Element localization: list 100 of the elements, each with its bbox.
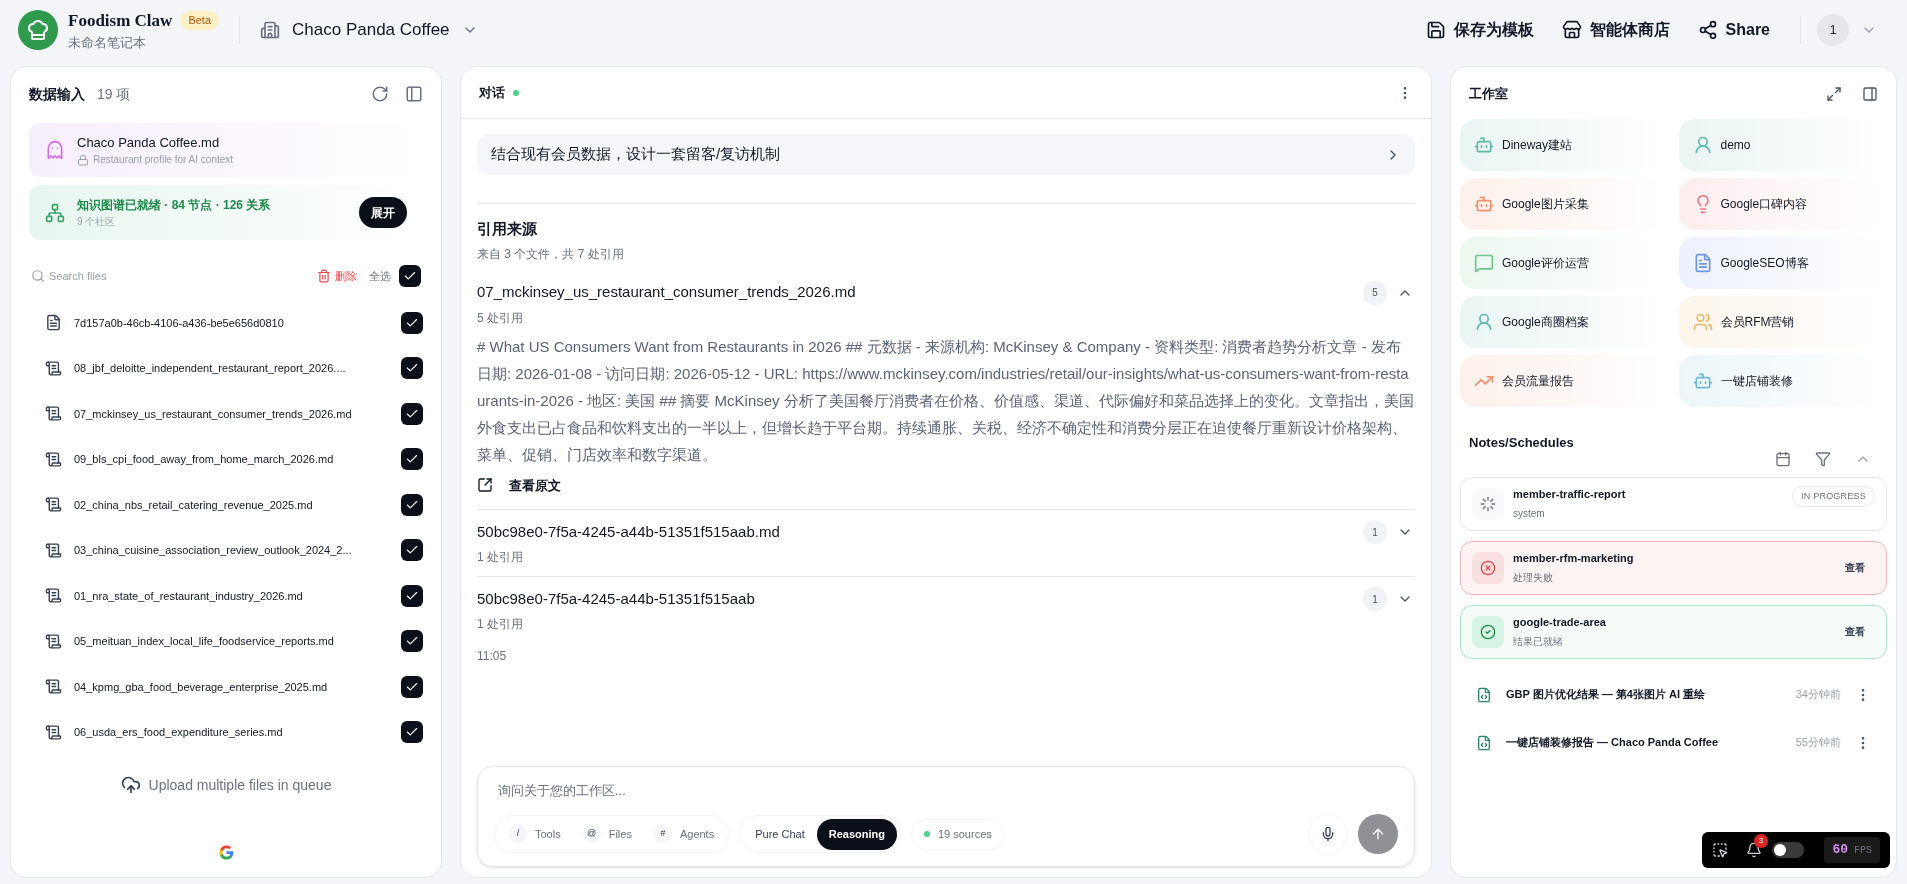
checkbox[interactable] <box>401 630 423 653</box>
logo-icon <box>18 10 58 50</box>
shortcut-button[interactable]: @ Files <box>582 825 632 843</box>
task-card[interactable]: member-rfm-marketing 处理失败 查看 <box>1460 540 1887 595</box>
app-name: Foodism Claw <box>68 9 173 32</box>
task-card[interactable]: google-trade-area 结果已就绪 查看 <box>1460 604 1887 659</box>
file-row[interactable]: 7d157a0b-46cb-4106-a436-be5e656d0810 <box>29 300 423 346</box>
profile-name: Chaco Panda Coffee.md <box>77 133 221 152</box>
task-name: member-rfm-marketing <box>1513 551 1635 567</box>
file-name: 06_usda_ers_food_expenditure_series.md <box>74 725 284 740</box>
file-row[interactable]: 09_bls_cpi_food_away_from_home_march_2026.md <box>29 436 423 482</box>
tool-label: Google商圈档案 <box>1502 314 1589 331</box>
graph-communities: 9 个社区 <box>77 215 117 229</box>
upload-icon <box>120 775 141 795</box>
delete-button[interactable]: 删除 <box>317 267 357 285</box>
file-name: 01_nra_state_of_restaurant_industry_2026.md <box>74 588 304 604</box>
notification-badge: 3 <box>1754 834 1768 848</box>
spinner-icon <box>1480 495 1496 512</box>
message-time: 11:05 <box>477 648 508 665</box>
chat-input[interactable]: 询问关于您的工作区... <box>494 780 1398 800</box>
select-element-icon[interactable] <box>1712 842 1728 858</box>
link-text: 查看原文 <box>509 476 561 495</box>
error-icon <box>1480 559 1496 576</box>
file-row[interactable]: 02_china_nbs_retail_catering_revenue_2025.md <box>29 482 423 528</box>
checkbox[interactable] <box>401 311 423 334</box>
file-row[interactable]: 07_mckinsey_us_restaurant_consumer_trends_2026.md <box>29 391 423 437</box>
mode-tab[interactable]: Pure Chat <box>743 818 817 850</box>
external-link-icon <box>477 477 493 494</box>
file-name: 07_mckinsey_us_restaurant_consumer_trends_2026.md <box>74 406 353 422</box>
scroll-icon <box>45 678 62 696</box>
file-row[interactable]: 06_usda_ers_food_expenditure_series.md <box>29 709 423 755</box>
shortcut-button[interactable]: # Agents <box>653 825 715 843</box>
checkbox[interactable] <box>401 402 423 425</box>
tool-label: 会员流量报告 <box>1502 373 1574 390</box>
source-file-name: 50bc98e0-7f5a-4245-a44b-51351f515aab.md <box>477 521 781 542</box>
fps-unit: FPS <box>1854 843 1872 858</box>
suggestion-chip[interactable]: 结合现有会员数据，设计一套留客/复访机制 <box>477 134 1415 175</box>
file-row[interactable]: 05_meituan_index_local_life_foodservice_reports.md <box>29 618 423 664</box>
view-original-link[interactable]: 查看原文 <box>477 475 1415 495</box>
google-icon <box>217 844 235 861</box>
sidebar-toggle-icon[interactable] <box>405 85 423 103</box>
sources-summary: 来自 3 个文件，共 7 处引用 <box>477 245 625 263</box>
search-field[interactable]: Search files <box>49 267 209 285</box>
file-name: 04_kpmg_gba_food_beverage_enterprise_2025.md <box>74 679 329 695</box>
refresh-icon[interactable] <box>371 85 389 103</box>
file-name: 09_bls_cpi_food_away_from_home_march_2026.md <box>74 452 335 467</box>
file-row[interactable]: 08_jbf_deloitte_independent_restaurant_report_2026.... <box>29 345 423 391</box>
task-subtitle: 处理失败 <box>1513 570 1554 585</box>
checkbox[interactable] <box>401 448 423 471</box>
source-file-name: 50bc98e0-7f5a-4245-a44b-51351f515aab <box>477 588 756 609</box>
checkbox[interactable] <box>401 721 423 744</box>
expand-icon[interactable] <box>1826 86 1842 102</box>
file-name: 7d157a0b-46cb-4106-a436-be5e656d0810 <box>74 315 285 331</box>
ghost-icon <box>45 140 65 160</box>
bell-icon[interactable] <box>1746 842 1762 858</box>
reference-summary: 1 处引用 <box>477 549 524 566</box>
item-count: 19 项 <box>97 84 131 104</box>
task-card[interactable]: member-traffic-report system IN PROGRESS <box>1460 476 1887 531</box>
checkbox[interactable] <box>401 584 423 607</box>
header-action-button[interactable]: 保存为模板 <box>1425 18 1534 42</box>
checkbox[interactable] <box>401 493 423 516</box>
scroll-icon <box>45 541 62 559</box>
check-icon <box>403 269 417 283</box>
checkbox[interactable] <box>401 675 423 698</box>
view-button[interactable]: 查看 <box>1845 624 1865 639</box>
beta-badge: Beta <box>180 11 219 30</box>
file-row[interactable]: 04_kpmg_gba_food_beverage_enterprise_2025.md <box>29 664 423 710</box>
mode-tab[interactable]: Reasoning <box>816 818 897 850</box>
send-button[interactable] <box>1358 814 1398 854</box>
select-all-label: 全选 <box>369 268 391 284</box>
note-title: GBP 图片优化结果 — 第4张图片 AI 重绘 <box>1506 687 1707 703</box>
upload-button[interactable]: Upload multiple files in queue <box>29 771 423 799</box>
graph-status: 知识图谱已就绪 · 84 节点 · 126 关系 <box>77 197 272 214</box>
task-name: google-trade-area <box>1513 615 1607 631</box>
shortcut-button[interactable]: / Tools <box>509 825 561 843</box>
checkbox[interactable] <box>401 539 423 562</box>
note-row[interactable]: GBP 图片优化结果 — 第4张图片 AI 重绘 34分钟前 <box>1460 670 1887 719</box>
checkbox[interactable] <box>399 265 421 287</box>
trash-icon <box>317 269 331 283</box>
tool-label: demo <box>1720 137 1751 154</box>
user-avatar[interactable]: 1 <box>1817 14 1849 46</box>
toggle-switch[interactable] <box>1772 842 1804 858</box>
view-button[interactable]: 查看 <box>1845 560 1865 575</box>
file-row[interactable]: 01_nra_state_of_restaurant_industry_2026.md <box>29 573 423 619</box>
note-row[interactable]: 一键店铺装修报告 — Chaco Panda Coffee 55分钟前 <box>1460 718 1887 767</box>
file-row[interactable]: 03_china_cuisine_association_review_outlook_2024_2... <box>29 527 423 573</box>
shortcut-label: Agents <box>679 826 715 842</box>
calendar-icon[interactable] <box>1775 450 1791 467</box>
header-action-button[interactable]: Share <box>1697 18 1770 42</box>
expand-button[interactable]: 展开 <box>359 197 407 228</box>
filter-icon[interactable] <box>1815 450 1831 467</box>
note-time: 34分钟前 <box>1795 687 1841 703</box>
checkbox[interactable] <box>401 357 423 380</box>
microphone-icon <box>1320 826 1336 842</box>
tool-label: 一键店铺装修 <box>1720 373 1793 390</box>
sidebar-toggle-icon[interactable] <box>1862 86 1878 102</box>
workspace-selector[interactable]: Chaco Panda Coffee <box>260 17 478 43</box>
scroll-icon <box>45 632 62 650</box>
profile-note: Restaurant profile for AI context <box>93 153 234 168</box>
header-action-button[interactable]: 智能体商店 <box>1561 18 1670 42</box>
